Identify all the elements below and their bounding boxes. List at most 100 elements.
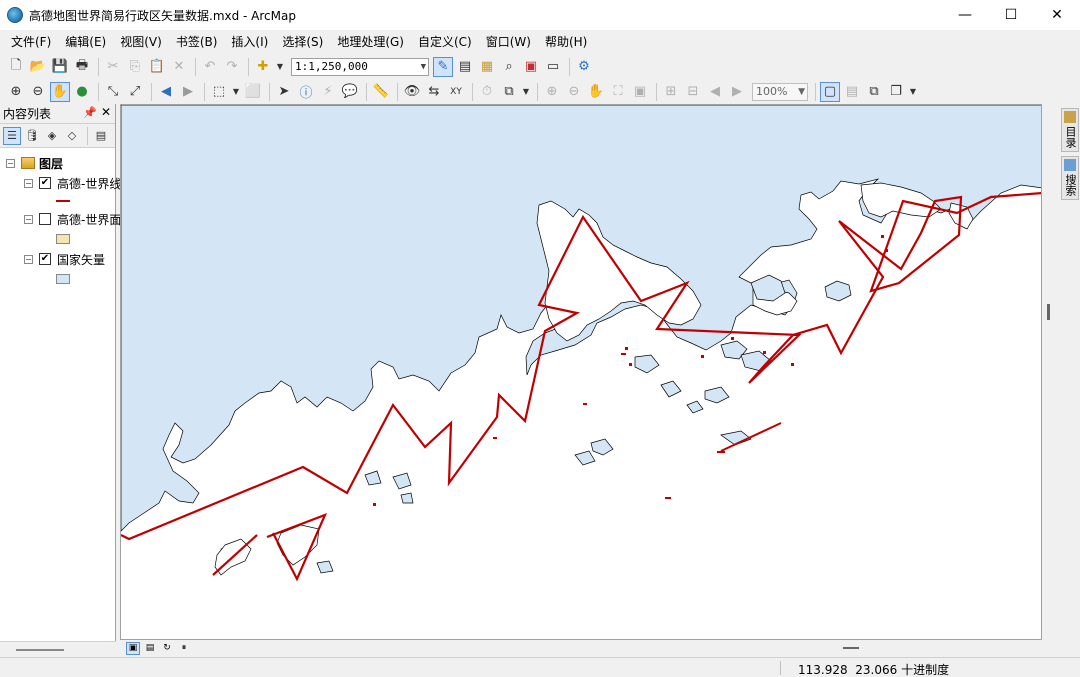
tree-row-layer[interactable]: − ✔ 高德-世界线: [24, 174, 121, 192]
redo-icon[interactable]: ↷: [222, 57, 242, 77]
zoom-whole-page-icon[interactable]: ⛶: [608, 82, 628, 102]
tree-row-layer[interactable]: − 高德-世界面: [24, 210, 121, 228]
map-vertical-scroll-thumb[interactable]: [1047, 304, 1050, 320]
select-features-icon[interactable]: ⬚: [209, 82, 229, 102]
menu-view[interactable]: 视图(V): [113, 31, 169, 53]
legend-symbol-line[interactable]: [56, 192, 70, 210]
legend-symbol-polygon[interactable]: [56, 230, 70, 248]
close-icon[interactable]: ✕: [101, 105, 111, 119]
new-document-icon[interactable]: 🗋: [6, 57, 26, 77]
search-window-icon[interactable]: ⌕: [499, 57, 519, 77]
layout-fixed-zoom-out-icon[interactable]: ⊟: [683, 82, 703, 102]
python-window-icon[interactable]: ▭: [543, 57, 563, 77]
list-by-drawing-order-icon[interactable]: ☰: [3, 126, 21, 145]
clear-selection-icon[interactable]: ⬜: [243, 82, 263, 102]
menu-geoprocessing[interactable]: 地理处理(G): [330, 31, 411, 53]
table-window-icon[interactable]: ▤: [455, 57, 475, 77]
options-icon[interactable]: ▤: [92, 127, 110, 145]
chevron-down-icon[interactable]: ▼: [275, 57, 285, 77]
chevron-down-icon[interactable]: ▼: [798, 84, 805, 100]
list-by-source-icon[interactable]: 🛢: [23, 127, 41, 145]
tree-row-layer[interactable]: − ✔ 国家矢量: [24, 250, 105, 268]
chevron-down-icon[interactable]: ▼: [231, 82, 241, 102]
chevron-down-icon[interactable]: ▼: [521, 82, 531, 102]
close-button[interactable]: ✕: [1034, 0, 1080, 30]
copy-icon[interactable]: ⎘: [125, 57, 145, 77]
map-display[interactable]: [120, 104, 1042, 640]
change-layout-icon[interactable]: ⧉: [864, 82, 884, 102]
fixed-zoom-out-icon[interactable]: ⤢: [125, 82, 145, 102]
menu-edit[interactable]: 编辑(E): [58, 31, 113, 53]
delete-icon[interactable]: ✕: [169, 57, 189, 77]
back-arrow-icon[interactable]: ◀: [156, 82, 176, 102]
layout-zoom-out-icon[interactable]: ⊖: [564, 82, 584, 102]
catalog-window-icon[interactable]: ▦: [477, 57, 497, 77]
layer-visibility-checkbox[interactable]: ✔: [39, 253, 51, 265]
list-by-selection-icon[interactable]: ◇: [63, 127, 81, 145]
add-data-icon[interactable]: ✚: [253, 57, 273, 77]
layer-visibility-checkbox[interactable]: [39, 213, 51, 225]
paste-icon[interactable]: 📋: [147, 57, 167, 77]
layout-view-icon[interactable]: ▤: [143, 642, 157, 655]
menu-windows[interactable]: 窗口(W): [479, 31, 538, 53]
pin-icon[interactable]: 📌: [83, 106, 97, 119]
editor-toolbar-icon[interactable]: ✎: [433, 56, 453, 77]
full-extent-globe-icon[interactable]: ●: [72, 82, 92, 102]
html-popup-icon[interactable]: 💬: [340, 82, 360, 102]
open-folder-icon[interactable]: 📂: [28, 57, 48, 77]
go-to-xy-icon[interactable]: XY: [446, 82, 466, 102]
time-slider-icon[interactable]: ⏱: [477, 82, 497, 102]
measure-icon[interactable]: 📏: [371, 82, 391, 102]
zoom-out-icon[interactable]: ⊖: [28, 82, 48, 102]
layout-back-icon[interactable]: ◀: [705, 82, 725, 102]
arctoolbox-icon[interactable]: ▣: [521, 57, 541, 77]
collapse-icon[interactable]: −: [24, 178, 33, 188]
toc-horizontal-scrollbar[interactable]: [0, 641, 116, 657]
forward-arrow-icon[interactable]: ▶: [178, 82, 198, 102]
refresh-icon[interactable]: ↻: [160, 642, 174, 655]
menu-help[interactable]: 帮助(H): [538, 31, 594, 53]
polygon-symbol-swatch[interactable]: [56, 234, 70, 244]
fixed-zoom-in-icon[interactable]: ⤡: [103, 82, 123, 102]
find-route-icon[interactable]: ⇆: [424, 82, 444, 102]
menu-customize[interactable]: 自定义(C): [411, 31, 479, 53]
layout-zoom-in-icon[interactable]: ⊕: [542, 82, 562, 102]
map-canvas[interactable]: [121, 105, 1042, 640]
collapse-icon[interactable]: −: [24, 214, 33, 224]
layout-forward-icon[interactable]: ▶: [727, 82, 747, 102]
create-viewer-window-icon[interactable]: ⧉: [499, 82, 519, 102]
map-horizontal-scroll-thumb[interactable]: [843, 647, 859, 649]
collapse-icon[interactable]: −: [6, 158, 15, 168]
polygon-symbol-swatch[interactable]: [56, 274, 70, 284]
minimize-button[interactable]: —: [942, 0, 988, 30]
chevron-down-icon[interactable]: ▼: [908, 82, 918, 102]
layout-pan-icon[interactable]: ✋: [586, 82, 606, 102]
print-icon[interactable]: 🖶: [72, 57, 92, 77]
toggle-draft-mode-icon[interactable]: ▢: [820, 81, 840, 102]
hyperlink-icon[interactable]: ⚡: [318, 82, 338, 102]
find-binoculars-icon[interactable]: 👁: [402, 82, 422, 102]
menu-file[interactable]: 文件(F): [4, 31, 58, 53]
cut-icon[interactable]: ✂: [103, 57, 123, 77]
layer-visibility-checkbox[interactable]: ✔: [39, 177, 51, 189]
layout-zoom-percent[interactable]: 100% ▼: [752, 82, 808, 101]
undo-icon[interactable]: ↶: [200, 57, 220, 77]
line-symbol-swatch[interactable]: [56, 200, 70, 202]
layout-fixed-zoom-in-icon[interactable]: ⊞: [661, 82, 681, 102]
menu-selection[interactable]: 选择(S): [275, 31, 330, 53]
catalog-tab[interactable]: 目录: [1061, 108, 1079, 152]
zoom-in-icon[interactable]: ⊕: [6, 82, 26, 102]
save-icon[interactable]: 💾: [50, 57, 70, 77]
list-by-visibility-icon[interactable]: ◈: [43, 127, 61, 145]
maximize-button[interactable]: ☐: [988, 0, 1034, 30]
menu-bookmarks[interactable]: 书签(B): [169, 31, 225, 53]
zoom-100-icon[interactable]: ▣: [630, 82, 650, 102]
map-scale-input[interactable]: 1:1,250,000 ▼: [291, 57, 429, 76]
search-tab[interactable]: 搜索: [1061, 156, 1079, 200]
data-view-icon[interactable]: ▣: [126, 642, 140, 655]
legend-symbol-polygon[interactable]: [56, 270, 70, 288]
tree-row-layers-root[interactable]: − 图层: [6, 154, 63, 172]
modelbuilder-icon[interactable]: ⚙: [574, 57, 594, 77]
chevron-down-icon[interactable]: ▼: [421, 59, 426, 75]
focus-data-frame-icon[interactable]: ▤: [842, 82, 862, 102]
